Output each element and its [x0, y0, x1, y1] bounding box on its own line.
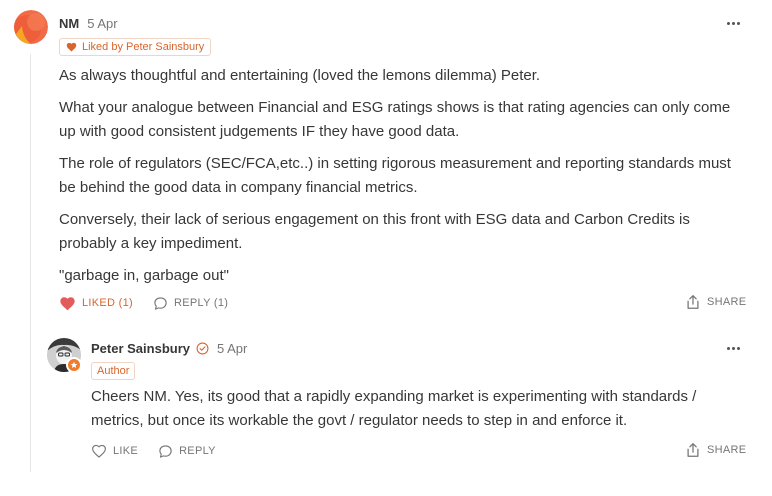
reply-header: Peter Sainsbury 5 Apr: [91, 339, 247, 357]
share-button[interactable]: SHARE: [686, 294, 746, 310]
more-dots-icon: [726, 21, 740, 25]
comment-paragraph: The role of regulators (SEC/FCA,etc..) i…: [59, 155, 731, 196]
like-button[interactable]: LIKED (1): [59, 296, 133, 311]
reply-text: Cheers NM. Yes, its good that a rapidly …: [91, 388, 697, 429]
reply-share-button[interactable]: SHARE: [686, 442, 746, 458]
heart-icon: [91, 444, 107, 458]
reply-like-label: LIKE: [113, 445, 139, 457]
like-label: LIKED (1): [82, 297, 133, 309]
share-icon: [686, 294, 700, 310]
liked-by-author-badge: Liked by Peter Sainsbury: [59, 38, 212, 56]
reply-date[interactable]: 5 Apr: [217, 341, 247, 356]
comment-body: As always thoughtful and entertaining (l…: [59, 64, 749, 296]
reply-button[interactable]: REPLY (1): [153, 296, 228, 311]
heart-icon: [66, 42, 77, 52]
author-tag: Author: [91, 362, 136, 380]
author-name[interactable]: NM: [59, 16, 79, 31]
comment-actions: LIKED (1) REPLY (1): [59, 294, 248, 312]
comment-paragraph: What your analogue between Financial and…: [59, 99, 731, 140]
reply-label: REPLY (1): [174, 297, 229, 309]
reply-avatar[interactable]: [47, 338, 82, 373]
commenter-avatar[interactable]: [14, 10, 48, 44]
reply-author-name[interactable]: Peter Sainsbury: [91, 341, 190, 356]
comment-paragraph: "garbage in, garbage out": [59, 267, 229, 284]
liked-badge-label: Liked by Peter Sainsbury: [82, 41, 205, 53]
reply-reply-label: REPLY: [179, 445, 216, 457]
comment-date[interactable]: 5 Apr: [87, 16, 117, 31]
reply-more-options-button[interactable]: [723, 341, 743, 355]
comment-bubble-icon: [153, 296, 168, 311]
comment-paragraph: Conversely, their lack of serious engage…: [59, 211, 690, 252]
share-icon: [686, 442, 700, 458]
reply-body: Cheers NM. Yes, its good that a rapidly …: [91, 385, 731, 441]
reply-actions: LIKE REPLY: [91, 442, 236, 460]
reply-reply-button[interactable]: REPLY: [158, 444, 216, 459]
comment-header: NM 5 Apr: [59, 14, 118, 32]
reply-like-button[interactable]: LIKE: [91, 444, 138, 458]
star-badge-icon: [66, 357, 82, 373]
comment-paragraph: As always thoughtful and entertaining (l…: [59, 67, 541, 84]
thread-line: [30, 54, 31, 472]
comment-bubble-icon: [158, 444, 173, 459]
more-options-button[interactable]: [723, 16, 743, 30]
more-dots-icon: [726, 346, 740, 350]
share-label: SHARE: [707, 296, 747, 308]
verified-check-icon: [196, 342, 209, 355]
heart-icon: [59, 296, 76, 311]
reply-share-label: SHARE: [707, 444, 747, 456]
